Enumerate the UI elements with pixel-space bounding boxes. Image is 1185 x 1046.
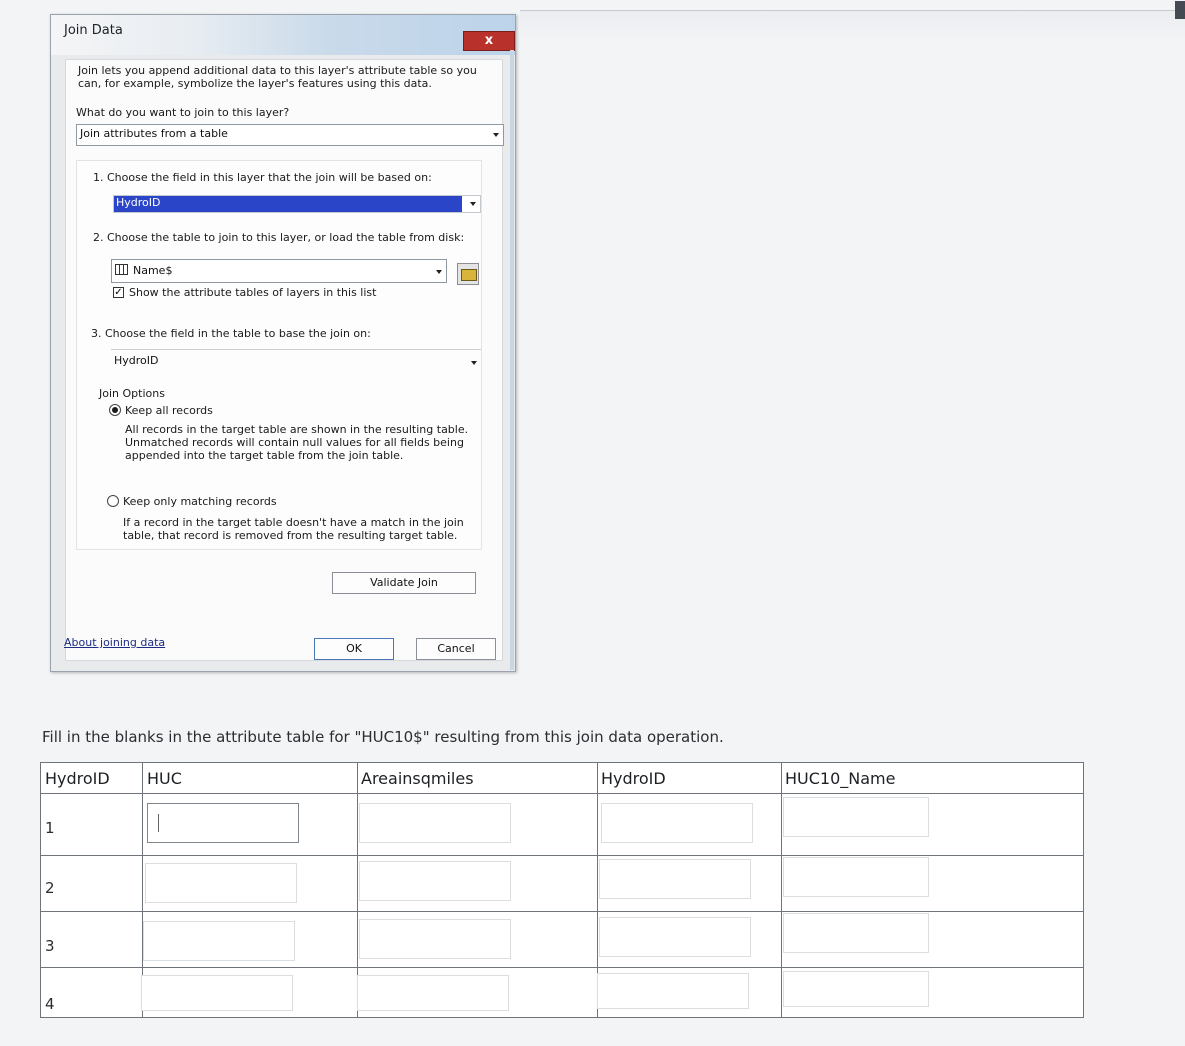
row-divider [41,967,1083,968]
area-input-row1[interactable] [359,803,511,843]
join-hydroid-input-row4[interactable] [597,973,749,1009]
layer-field-value: HydroID [114,196,462,212]
header-huc10-name: HUC10_Name [785,769,896,788]
cancel-button[interactable]: Cancel [416,638,496,660]
table-field-dropdown[interactable]: HydroID [111,349,481,369]
join-table-value: Name$ [115,264,172,277]
header-huc: HUC [147,769,182,788]
row-number: 1 [45,819,55,837]
join-hydroid-input-row3[interactable] [599,917,751,957]
row-number: 3 [45,937,55,955]
join-hydroid-input-row2[interactable] [599,859,751,899]
area-input-row3[interactable] [359,919,511,959]
huc-input-row1[interactable] [147,803,299,843]
row-divider [41,855,1083,856]
area-input-row4[interactable] [357,975,509,1011]
join-settings-group: 1. Choose the field in this layer that t… [76,160,482,550]
ok-button[interactable]: OK [314,638,394,660]
browse-folder-button[interactable] [457,263,479,285]
chevron-down-icon [471,361,477,365]
join-table-dropdown[interactable]: Name$ [111,259,447,283]
background-window-edge [520,1,1185,41]
row-number: 4 [45,995,55,1013]
keep-matching-note: If a record in the target table doesn't … [123,516,464,542]
dialog-titlebar: Join Data x [51,15,515,55]
huc-input-row4[interactable] [141,975,293,1011]
show-tables-label: Show the attribute tables of layers in t… [129,286,377,299]
join-question: What do you want to join to this layer? [76,106,290,119]
step1-label: 1. Choose the field in this layer that t… [93,171,432,184]
chevron-down-icon [470,202,476,206]
header-area: Areainsqmiles [361,769,474,788]
join-type-value: Join attributes from a table [80,127,228,140]
chevron-down-icon [436,270,442,274]
row-number: 2 [45,879,55,897]
table-field-value: HydroID [114,354,159,367]
join-hydroid-input-row1[interactable] [601,803,753,843]
keep-all-note: All records in the target table are show… [125,423,469,462]
join-type-dropdown[interactable]: Join attributes from a table [76,124,504,146]
header-join-hydroid: HydroID [601,769,666,788]
table-icon [115,264,128,275]
text-caret [158,814,159,832]
join-data-dialog: Join Data x Join lets you append additio… [50,14,516,672]
show-tables-checkbox[interactable]: ✓ [113,287,124,298]
huc10-name-input-row4[interactable] [783,971,929,1007]
huc10-name-input-row2[interactable] [783,857,929,897]
step3-label: 3. Choose the field in the table to base… [91,327,371,340]
huc10-name-input-row1[interactable] [783,797,929,837]
keep-all-radio[interactable] [109,404,121,416]
join-options-label: Join Options [99,387,165,400]
join-table-text: Name$ [133,264,173,277]
close-icon: x [484,33,494,48]
chevron-down-icon [493,133,499,137]
header-hydroid: HydroID [45,769,110,788]
attribute-table: HydroID HUC Areainsqmiles HydroID HUC10_… [40,762,1084,1018]
dialog-body: Join lets you append additional data to … [64,59,504,661]
window-corner [1175,1,1185,19]
area-input-row2[interactable] [359,861,511,901]
column-divider [781,763,782,1017]
validate-join-button[interactable]: Validate Join [332,572,476,594]
question-prompt: Fill in the blanks in the attribute tabl… [42,728,724,746]
dialog-shadow [510,50,514,670]
huc-input-row2[interactable] [145,863,297,903]
dialog-description: Join lets you append additional data to … [78,64,477,90]
row-divider [41,793,1083,794]
close-button[interactable]: x [463,31,515,51]
keep-all-label: Keep all records [125,404,213,417]
row-divider [41,911,1083,912]
folder-icon [461,269,477,281]
about-joining-link[interactable]: About joining data [64,636,165,649]
keep-matching-radio[interactable] [107,495,119,507]
keep-matching-label: Keep only matching records [123,495,277,508]
huc10-name-input-row3[interactable] [783,913,929,953]
layer-field-dropdown[interactable]: HydroID [113,195,481,213]
dialog-title: Join Data [64,23,123,38]
huc-input-row3[interactable] [143,921,295,961]
step2-label: 2. Choose the table to join to this laye… [93,231,465,244]
